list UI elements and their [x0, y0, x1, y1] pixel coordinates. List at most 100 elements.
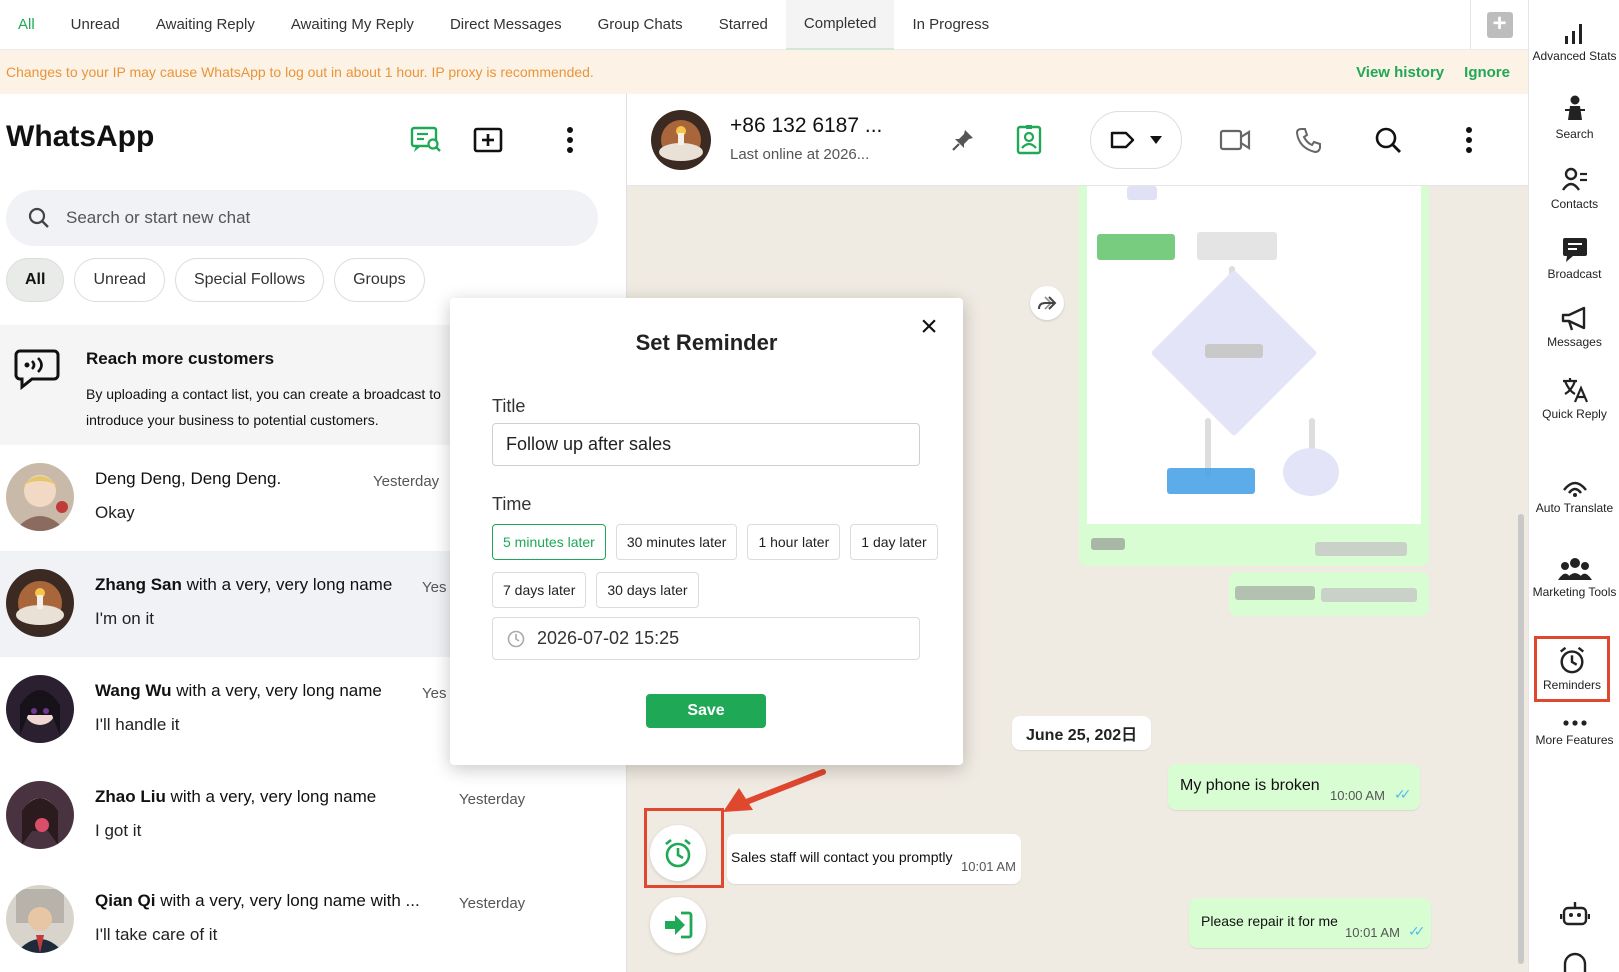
avatar [6, 463, 74, 531]
tab-in-progress[interactable]: In Progress [894, 0, 1007, 50]
sidebar-item-advanced-stats[interactable]: Advanced Stats [1529, 20, 1619, 64]
chat-name: Qian Qi with a very, very long name with… [95, 891, 420, 910]
time-option-5-minutes[interactable]: 5 minutes later [492, 524, 606, 560]
time-label: Time [492, 494, 532, 514]
sidebar-item-messages[interactable]: Messages [1529, 306, 1619, 350]
outgoing-message[interactable]: My phone is broken 10:00 AM ✓✓ [1168, 764, 1420, 810]
save-button[interactable]: Save [646, 694, 766, 728]
banner-text: Changes to your IP may cause WhatsApp to… [6, 64, 594, 80]
contact-name[interactable]: +86 132 6187 ... [730, 114, 882, 138]
message-text: Please repair it for me [1201, 913, 1338, 929]
tab-awaiting-my-reply[interactable]: Awaiting My Reply [273, 0, 432, 50]
sidebar-label: Contacts [1550, 197, 1599, 211]
broadcast-chat-icon [14, 349, 60, 391]
time-option-1-hour[interactable]: 1 hour later [747, 524, 841, 560]
time-option-30-minutes[interactable]: 30 minutes later [615, 524, 738, 560]
menu-icon[interactable] [552, 122, 588, 158]
sidebar-label: Auto Translate [1535, 501, 1614, 515]
scrollbar[interactable] [1518, 514, 1524, 964]
sidebar-item-contacts[interactable]: Contacts [1529, 166, 1619, 212]
filter-special-follows[interactable]: Special Follows [174, 258, 325, 302]
add-tab-button[interactable]: + [1470, 0, 1528, 50]
datetime-value: 2026-07-02 15:25 [537, 628, 680, 648]
marketing-icon [1557, 558, 1592, 580]
promo-text: By uploading a contact list, you can cre… [86, 386, 441, 428]
outgoing-message[interactable]: Please repair it for me 10:01 AM ✓✓ [1189, 898, 1431, 948]
time-option-30-days[interactable]: 30 days later [596, 572, 699, 608]
forward-icon[interactable] [1030, 286, 1064, 320]
translate-icon [1562, 378, 1588, 403]
pin-icon[interactable] [943, 120, 983, 160]
sidebar-item-more-features[interactable]: More Features [1529, 716, 1619, 748]
time-option-7-days[interactable]: 7 days later [492, 572, 587, 608]
filter-unread[interactable]: Unread [74, 258, 165, 302]
message-text: My phone is broken [1180, 777, 1320, 794]
sidebar-item-reminders[interactable]: Reminders [1534, 636, 1610, 702]
chat-list-item[interactable]: Qian Qi with a very, very long name with… [0, 867, 626, 972]
filter-all[interactable]: All [6, 258, 65, 302]
chat-filters: All Unread Special Follows Groups [6, 258, 425, 302]
chat-last-message: I'm on it [95, 609, 154, 628]
chat-time: Yes [422, 579, 447, 596]
voice-call-icon[interactable] [1289, 120, 1329, 160]
tab-all[interactable]: All [0, 0, 53, 50]
chat-name: Zhao Liu with a very, very long name [95, 787, 377, 806]
more-icon [1562, 720, 1587, 726]
datetime-picker[interactable]: 2026-07-02 15:25 [492, 617, 920, 660]
auto-translate-icon [1562, 481, 1587, 497]
sidebar-item-auto-translate[interactable]: Auto Translate [1529, 476, 1619, 516]
tab-unread[interactable]: Unread [53, 0, 138, 50]
chat-last-message: I got it [95, 821, 142, 840]
video-call-icon[interactable] [1215, 120, 1255, 160]
chat-list-item[interactable]: Zhao Liu with a very, very long name Yes… [0, 763, 626, 869]
chat-time: Yesterday [459, 791, 526, 808]
sidebar-item-bot[interactable] [1529, 900, 1619, 931]
label-dropdown[interactable] [1090, 111, 1182, 169]
search-icon[interactable] [1368, 120, 1408, 160]
sidebar-item-broadcast[interactable]: Broadcast [1529, 236, 1619, 282]
ignore-link[interactable]: Ignore [1464, 64, 1510, 81]
tab-completed[interactable]: Completed [785, 0, 895, 50]
sidebar-item-quick-reply[interactable]: Quick Reply [1529, 376, 1619, 422]
close-icon[interactable]: × [913, 312, 945, 344]
tab-awaiting-reply[interactable]: Awaiting Reply [138, 0, 273, 50]
contact-avatar[interactable] [651, 110, 711, 170]
chat-time: Yesterday [459, 895, 526, 912]
time-option-1-day[interactable]: 1 day later [850, 524, 938, 560]
title-label: Title [492, 396, 526, 416]
conversation-menu-icon[interactable] [1449, 120, 1489, 160]
read-ticks-icon: ✓✓ [1394, 786, 1412, 802]
sidebar-item-help[interactable] [1529, 952, 1619, 972]
contact-card-icon[interactable] [1009, 120, 1049, 160]
reminder-title-input[interactable] [492, 423, 920, 466]
chat-list-header: WhatsApp [0, 94, 626, 186]
tab-starred[interactable]: Starred [701, 0, 786, 50]
contact-last-online: Last online at 2026... [730, 146, 870, 163]
help-chat-icon [1563, 952, 1586, 972]
megaphone-icon [1561, 306, 1585, 331]
contacts-icon [1561, 167, 1587, 191]
image-caption-message[interactable] [1229, 572, 1429, 616]
sidebar-label: Messages [1547, 335, 1602, 349]
search-input[interactable] [66, 208, 546, 228]
robot-icon [1559, 902, 1590, 926]
message-text: Sales staff will contact you promptly [731, 849, 953, 865]
filter-chat-icon[interactable] [408, 122, 444, 158]
message-time: 10:01 AM [961, 859, 1016, 874]
view-history-link[interactable]: View history [1356, 64, 1444, 81]
new-chat-icon[interactable] [470, 122, 506, 158]
image-message[interactable] [1079, 186, 1429, 566]
tab-group-chats[interactable]: Group Chats [580, 0, 701, 50]
highlight-box [644, 808, 724, 888]
avatar [6, 885, 74, 953]
sidebar-item-marketing-tools[interactable]: Marketing Tools [1529, 556, 1619, 600]
sidebar-label: Reminders [1542, 678, 1602, 692]
sidebar-item-search[interactable]: Search [1529, 94, 1619, 142]
quick-action-button[interactable] [650, 897, 706, 953]
set-reminder-dialog: Set Reminder × Title Time 5 minutes late… [450, 298, 963, 765]
filter-groups[interactable]: Groups [334, 258, 425, 302]
incoming-message[interactable]: Sales staff will contact you promptly 10… [727, 834, 1021, 884]
date-separator: June 25, 202日 [1012, 716, 1152, 750]
sidebar-label: Quick Reply [1542, 407, 1607, 421]
tab-direct-messages[interactable]: Direct Messages [432, 0, 580, 50]
